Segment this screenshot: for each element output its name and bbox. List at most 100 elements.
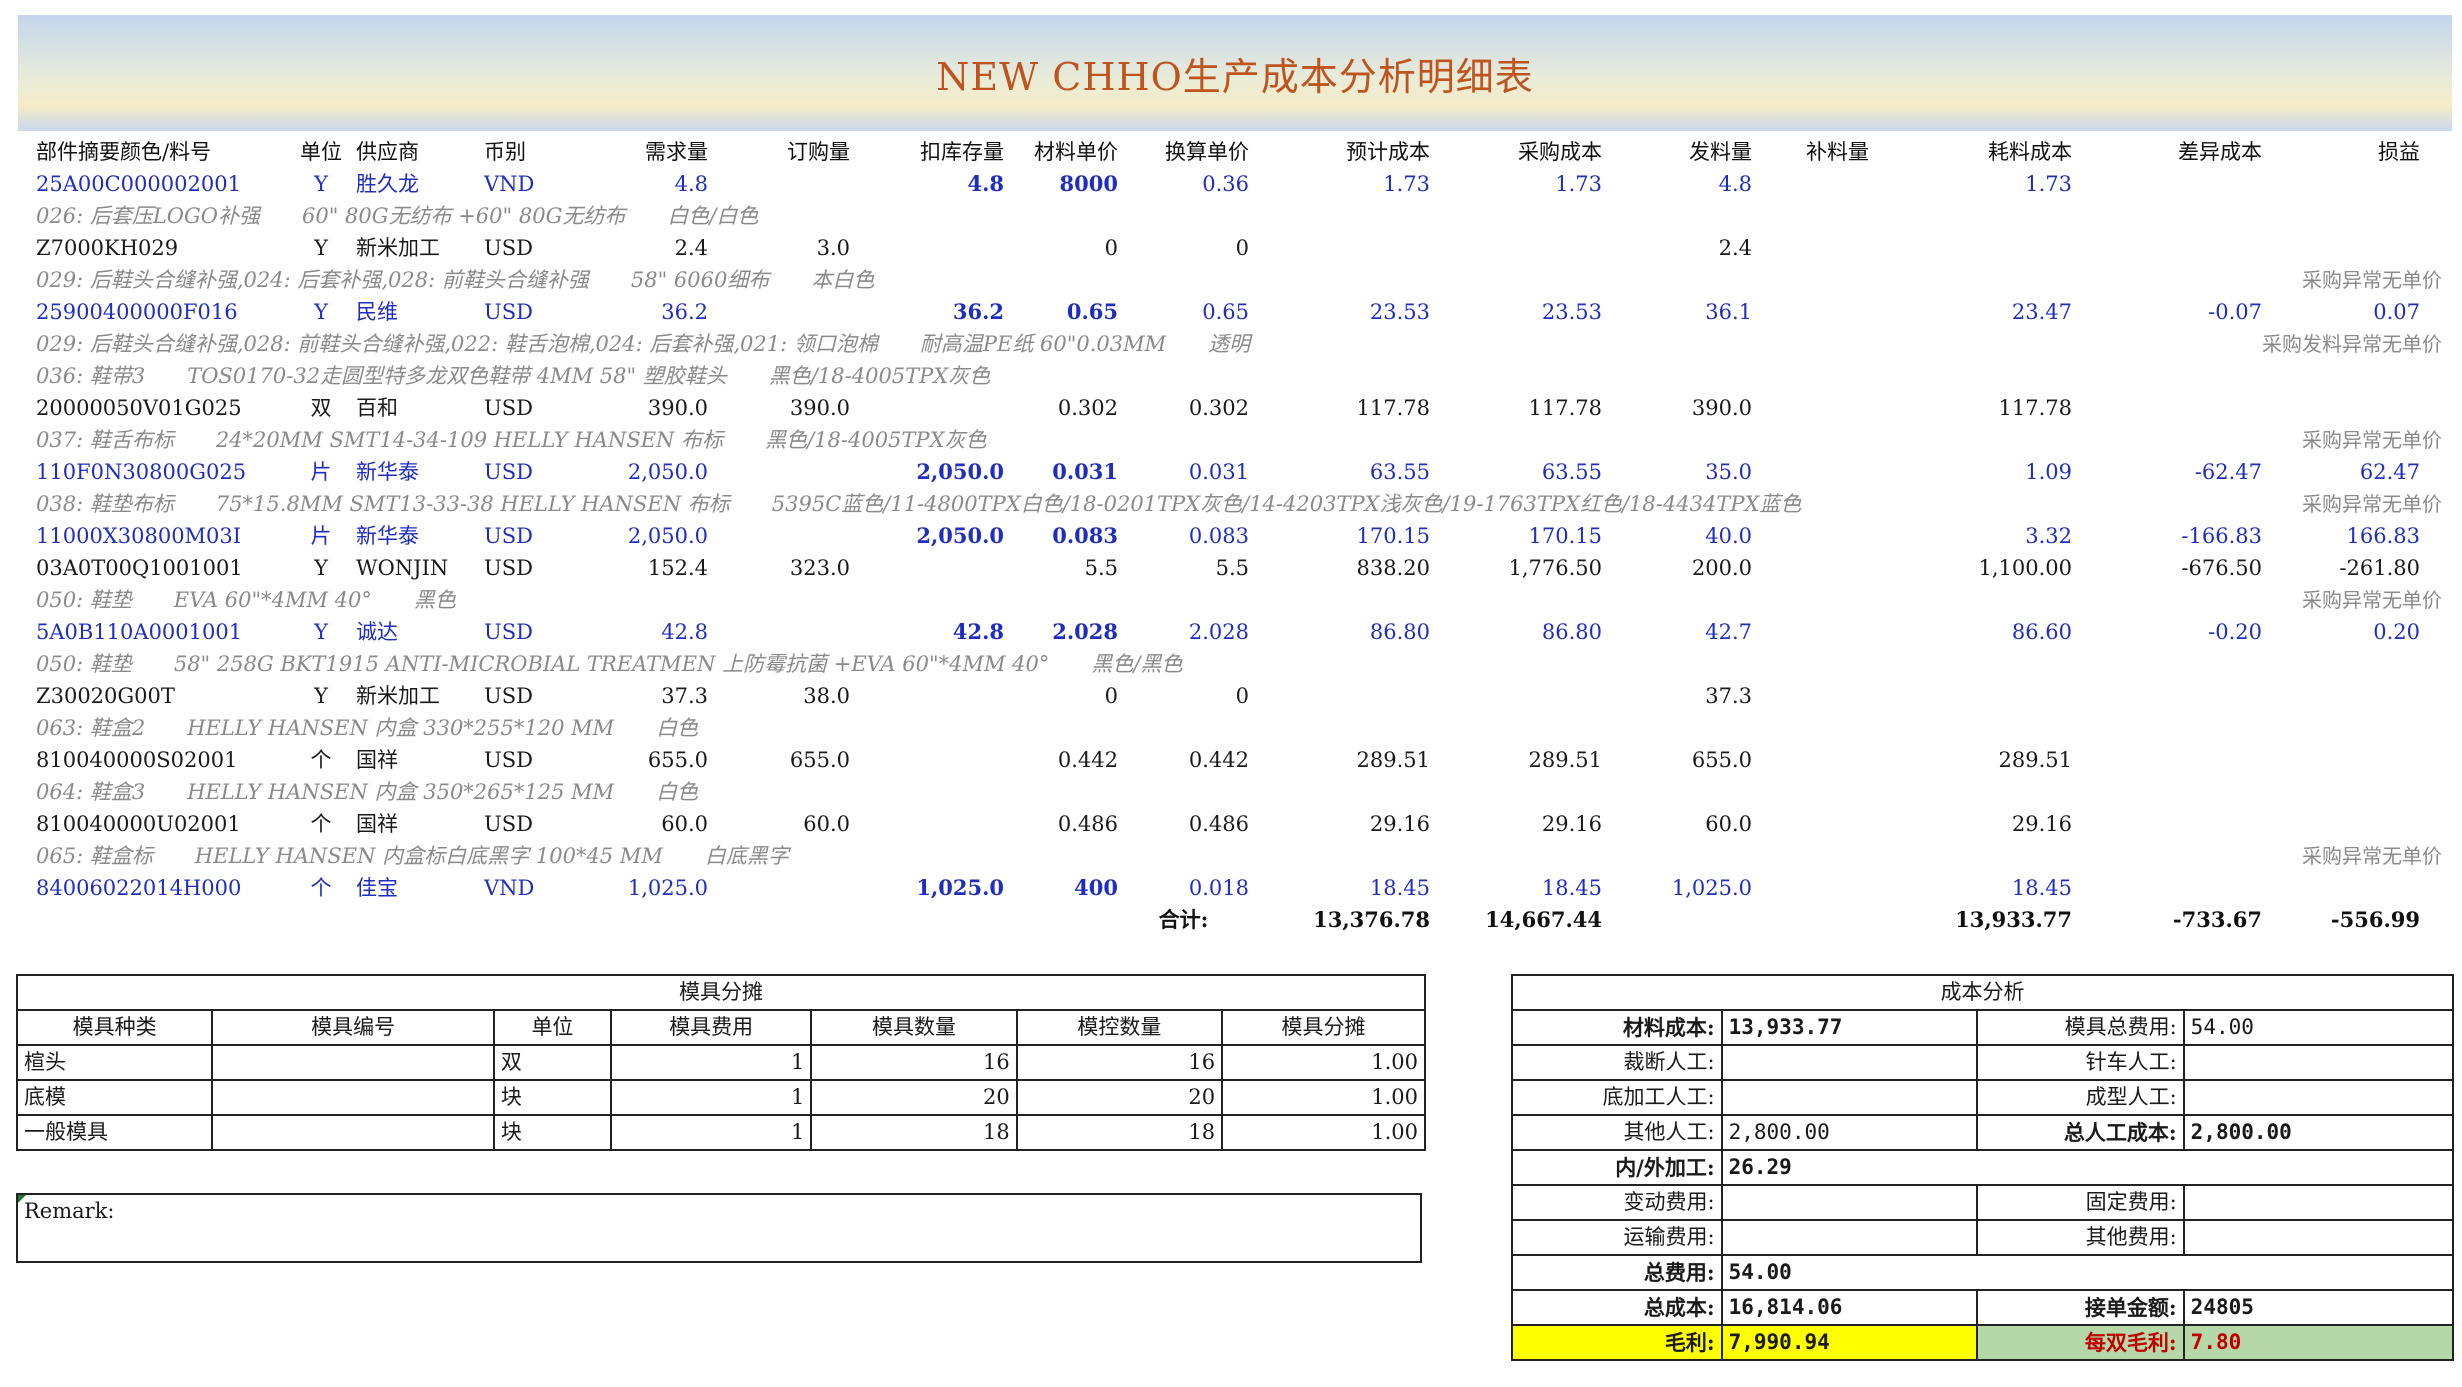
cell-est-cost[interactable]: 63.55 <box>1249 456 1430 488</box>
material-cost-value[interactable]: 13,933.77 <box>1720 1009 1979 1046</box>
mold-cell[interactable]: 20 <box>810 1079 1018 1116</box>
cell-pur-cost[interactable]: 63.55 <box>1430 456 1602 488</box>
cell-part[interactable]: 810040000U02001 <box>36 808 286 840</box>
cell-diff-cost[interactable] <box>2072 232 2262 264</box>
cell-conv-price[interactable]: 2.028 <box>1118 616 1249 648</box>
cell-mat-price[interactable]: 5.5 <box>1004 552 1118 584</box>
cell-stock[interactable] <box>850 232 1004 264</box>
cell-supp[interactable] <box>1752 808 1869 840</box>
cell-diff-cost[interactable] <box>2072 744 2262 776</box>
mold-cell[interactable]: 1.00 <box>1221 1044 1426 1081</box>
cell-est-cost[interactable]: 29.16 <box>1249 808 1430 840</box>
cell-consume-cost[interactable]: 1,100.00 <box>1869 552 2072 584</box>
remark-box[interactable]: Remark: <box>16 1193 1422 1263</box>
cell-stock[interactable]: 1,025.0 <box>850 872 1004 904</box>
material-description-row[interactable]: 065: 鞋盒标 HELLY HANSEN 内盒标白底黑字 100*45 MM … <box>36 840 2454 872</box>
cell-demand[interactable]: 36.2 <box>576 296 708 328</box>
other-fee-value[interactable] <box>2182 1219 2455 1256</box>
cell-issue[interactable]: 40.0 <box>1602 520 1752 552</box>
cell-diff-cost[interactable] <box>2072 680 2262 712</box>
cell-part[interactable]: 11000X30800M03I <box>36 520 286 552</box>
total-consume-cost[interactable]: 13,933.77 <box>1869 904 2072 936</box>
cell-supp[interactable] <box>1752 552 1869 584</box>
material-description-row[interactable]: 064: 鞋盒3 HELLY HANSEN 内盒 350*265*125 MM … <box>36 776 2454 808</box>
cell-est-cost[interactable]: 289.51 <box>1249 744 1430 776</box>
cell-stock[interactable] <box>850 680 1004 712</box>
cell-est-cost[interactable] <box>1249 680 1430 712</box>
cell-supplier[interactable]: 百和 <box>356 392 484 424</box>
cell-supplier[interactable]: 新华泰 <box>356 520 484 552</box>
cell-unit[interactable]: 双 <box>286 392 356 424</box>
cell-consume-cost[interactable]: 3.32 <box>1869 520 2072 552</box>
cell-supp[interactable] <box>1752 296 1869 328</box>
cell-order[interactable] <box>708 296 850 328</box>
total-diff-cost[interactable]: -733.67 <box>2072 904 2262 936</box>
cell-pur-cost[interactable]: 170.15 <box>1430 520 1602 552</box>
cell-issue[interactable]: 2.4 <box>1602 232 1752 264</box>
cell-profit-loss[interactable] <box>2262 232 2420 264</box>
cell-pur-cost[interactable]: 18.45 <box>1430 872 1602 904</box>
cell-currency[interactable]: USD <box>484 552 576 584</box>
cell-currency[interactable]: USD <box>484 616 576 648</box>
cell-stock[interactable]: 2,050.0 <box>850 456 1004 488</box>
cell-mat-price[interactable]: 400 <box>1004 872 1118 904</box>
cell-supp[interactable] <box>1752 168 1869 200</box>
cell-consume-cost[interactable]: 86.60 <box>1869 616 2072 648</box>
gross-profit-value[interactable]: 7,990.94 <box>1720 1324 1979 1361</box>
cell-demand[interactable]: 4.8 <box>576 168 708 200</box>
total-est-cost[interactable]: 13,376.78 <box>1249 904 1430 936</box>
cell-conv-price[interactable]: 0.442 <box>1118 744 1249 776</box>
cell-order[interactable]: 390.0 <box>708 392 850 424</box>
cell-mat-price[interactable]: 0.442 <box>1004 744 1118 776</box>
cell-profit-loss[interactable]: 62.47 <box>2262 456 2420 488</box>
mold-cell[interactable]: 1.00 <box>1221 1114 1426 1151</box>
mold-cell[interactable]: 底模 <box>15 1079 214 1116</box>
cell-part[interactable]: 110F0N30800G025 <box>36 456 286 488</box>
cell-order[interactable]: 655.0 <box>708 744 850 776</box>
total-fee-value[interactable]: 54.00 <box>1720 1254 2455 1291</box>
material-description-row[interactable]: 050: 鞋垫 58" 258G BKT1915 ANTI-MICROBIAL … <box>36 648 2454 680</box>
cell-unit[interactable]: Y <box>286 616 356 648</box>
cell-order[interactable] <box>708 456 850 488</box>
cell-issue[interactable]: 35.0 <box>1602 456 1752 488</box>
mold-cell[interactable]: 16 <box>810 1044 1018 1081</box>
cell-unit[interactable]: 片 <box>286 456 356 488</box>
mold-cell[interactable]: 一般模具 <box>15 1114 214 1151</box>
cell-unit[interactable]: 片 <box>286 520 356 552</box>
cutting-value[interactable] <box>1720 1044 1979 1081</box>
processing-value[interactable]: 26.29 <box>1720 1149 2455 1186</box>
cell-stock[interactable]: 42.8 <box>850 616 1004 648</box>
sewing-value[interactable] <box>2182 1044 2455 1081</box>
cell-mat-price[interactable]: 0.302 <box>1004 392 1118 424</box>
cell-profit-loss[interactable]: 0.07 <box>2262 296 2420 328</box>
cell-unit[interactable]: 个 <box>286 808 356 840</box>
cell-conv-price[interactable]: 0.302 <box>1118 392 1249 424</box>
mold-total-value[interactable]: 54.00 <box>2182 1009 2455 1046</box>
cell-diff-cost[interactable]: -0.20 <box>2072 616 2262 648</box>
cell-est-cost[interactable]: 117.78 <box>1249 392 1430 424</box>
mold-cell[interactable]: 楦头 <box>15 1044 214 1081</box>
cell-unit[interactable]: Y <box>286 296 356 328</box>
cell-mat-price[interactable]: 0 <box>1004 232 1118 264</box>
cell-currency[interactable]: USD <box>484 744 576 776</box>
cell-issue[interactable]: 60.0 <box>1602 808 1752 840</box>
cell-part[interactable]: 810040000S02001 <box>36 744 286 776</box>
cell-demand[interactable]: 1,025.0 <box>576 872 708 904</box>
mold-cell[interactable]: 块 <box>492 1114 613 1151</box>
cell-consume-cost[interactable]: 289.51 <box>1869 744 2072 776</box>
cell-issue[interactable]: 655.0 <box>1602 744 1752 776</box>
cell-unit[interactable]: 个 <box>286 872 356 904</box>
cell-diff-cost[interactable] <box>2072 168 2262 200</box>
mold-cell[interactable]: 1 <box>610 1114 813 1151</box>
cell-pur-cost[interactable]: 289.51 <box>1430 744 1602 776</box>
cell-diff-cost[interactable] <box>2072 392 2262 424</box>
cell-order[interactable] <box>708 872 850 904</box>
cell-part[interactable]: 25900400000F016 <box>36 296 286 328</box>
cell-supplier[interactable]: 新华泰 <box>356 456 484 488</box>
mold-cell[interactable] <box>211 1114 495 1151</box>
cell-issue[interactable]: 1,025.0 <box>1602 872 1752 904</box>
material-description-row[interactable]: 026: 后套压LOGO补强 60" 80G无纺布 +60" 80G无纺布 白色… <box>36 200 2454 232</box>
cell-issue[interactable]: 390.0 <box>1602 392 1752 424</box>
cell-pur-cost[interactable]: 23.53 <box>1430 296 1602 328</box>
cell-issue[interactable]: 37.3 <box>1602 680 1752 712</box>
